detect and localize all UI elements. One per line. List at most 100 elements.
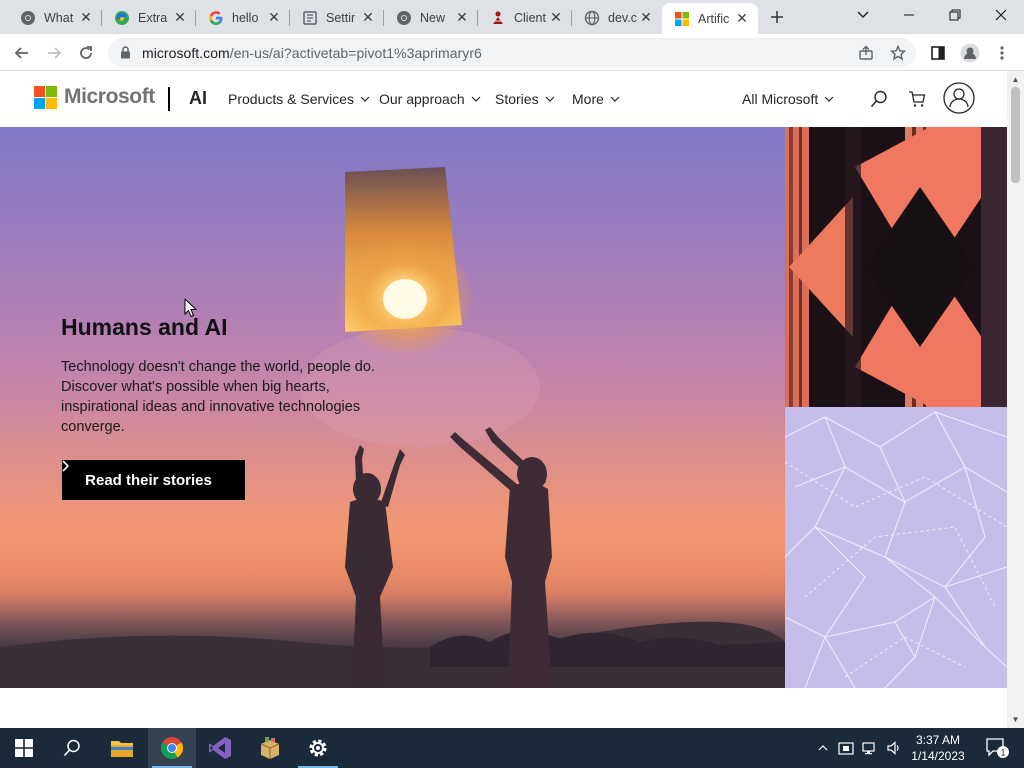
client-app-icon <box>490 10 506 26</box>
tab-title: dev.c <box>608 10 637 25</box>
nav-products-services[interactable]: Products & Services <box>228 91 370 107</box>
chromium-icon <box>396 10 412 26</box>
nav-more[interactable]: More <box>572 91 620 107</box>
nav-our-approach[interactable]: Our approach <box>379 91 481 107</box>
bookmark-button[interactable] <box>886 41 910 65</box>
close-tab-icon[interactable]: ✕ <box>360 9 376 26</box>
browser-tab-active[interactable]: Artific ✕ <box>662 3 758 34</box>
kebab-menu-icon <box>1000 46 1004 60</box>
scroll-up-icon[interactable]: ▲ <box>1011 74 1020 84</box>
reload-icon <box>80 46 92 59</box>
close-tab-icon[interactable]: ✕ <box>734 10 750 27</box>
reload-button[interactable] <box>74 41 98 65</box>
taskbar-search-button[interactable] <box>48 728 96 768</box>
geometric-art-tile <box>785 407 1007 688</box>
close-tab-icon[interactable]: ✕ <box>172 9 188 26</box>
close-tab-icon[interactable]: ✕ <box>78 9 94 26</box>
google-icon <box>208 10 224 26</box>
profile-button[interactable] <box>958 41 982 65</box>
security-tray-button[interactable] <box>836 728 856 768</box>
chromium-icon <box>20 10 36 26</box>
abstract-pattern-image <box>785 127 1007 407</box>
scrollbar-thumb[interactable] <box>1011 87 1020 183</box>
start-button[interactable] <box>0 728 48 768</box>
browser-tab[interactable]: Extra ✕ <box>102 3 196 32</box>
volume-tray-button[interactable] <box>884 728 904 768</box>
browser-toolbar: microsoft.com/en-us/ai?activetab=pivot1%… <box>0 34 1024 71</box>
hero-banner: Humans and AI Technology doesn't change … <box>0 127 785 688</box>
all-microsoft-menu[interactable]: All Microsoft <box>742 91 834 107</box>
new-tab-button[interactable] <box>766 6 788 28</box>
settings-taskbar-button[interactable] <box>294 728 342 768</box>
browser-tab[interactable]: hello ✕ <box>196 3 290 32</box>
microsoft-logo[interactable]: Microsoft <box>34 85 155 109</box>
taskbar-clock[interactable]: 3:37 AM 1/14/2023 <box>906 732 970 764</box>
edge-icon <box>114 10 130 26</box>
site-search-button[interactable] <box>867 87 891 111</box>
close-tab-icon[interactable]: ✕ <box>454 9 470 26</box>
tab-title: Client <box>514 10 546 25</box>
nav-label: All Microsoft <box>742 91 819 107</box>
minimize-button[interactable] <box>886 0 932 30</box>
package-icon <box>260 737 280 759</box>
clock-time: 3:37 AM <box>915 733 961 747</box>
search-icon <box>870 90 887 108</box>
page-scrollbar[interactable]: ▲ ▼ <box>1007 71 1024 728</box>
nav-label: More <box>572 91 604 107</box>
chevron-down-icon <box>857 11 869 18</box>
chevron-down-icon <box>471 94 481 104</box>
chevron-down-icon <box>610 94 620 104</box>
chrome-taskbar-button[interactable] <box>148 728 196 768</box>
read-stories-button[interactable]: Read their stories <box>62 460 245 500</box>
side-panel-button[interactable] <box>926 41 950 65</box>
browser-tab[interactable]: What ✕ <box>8 3 102 32</box>
cart-button[interactable] <box>905 87 929 111</box>
close-tab-icon[interactable]: ✕ <box>548 9 564 26</box>
tab-title: Settir <box>326 10 356 25</box>
abstract-art-tile <box>785 127 1007 407</box>
close-tab-icon[interactable]: ✕ <box>638 9 654 26</box>
browser-tab[interactable]: Settir ✕ <box>290 3 384 32</box>
nav-label: Products & Services <box>228 91 355 107</box>
nav-stories[interactable]: Stories <box>495 91 555 107</box>
chrome-icon <box>161 737 183 759</box>
lock-icon[interactable] <box>120 46 132 60</box>
chevron-up-icon <box>818 745 828 751</box>
tab-title: Artific <box>698 11 730 26</box>
visual-studio-button[interactable] <box>196 728 244 768</box>
close-tab-icon[interactable]: ✕ <box>266 9 282 26</box>
browser-menu-button[interactable] <box>990 41 1014 65</box>
microsoft-icon <box>674 11 690 27</box>
section-title[interactable]: AI <box>189 88 207 109</box>
url-path: /en-us/ai?activetab=pivot1%3aprimaryr6 <box>229 44 482 61</box>
close-window-button[interactable] <box>978 0 1024 30</box>
clock-date: 1/14/2023 <box>911 749 965 763</box>
profile-avatar-icon <box>960 43 980 63</box>
network-tray-button[interactable] <box>860 728 880 768</box>
search-icon <box>63 739 80 757</box>
back-button[interactable] <box>10 41 34 65</box>
side-panel-icon <box>931 46 945 60</box>
url-host: microsoft.com <box>142 44 230 61</box>
tab-search-button[interactable] <box>840 0 886 30</box>
browser-tab[interactable]: dev.c ✕ <box>572 3 662 32</box>
file-explorer-button[interactable] <box>98 728 146 768</box>
notification-center-button[interactable]: 1 <box>980 728 1014 768</box>
header-divider <box>168 87 170 111</box>
site-header: Microsoft AI Products & Services Our app… <box>0 71 1007 127</box>
tab-title: hello <box>232 10 259 25</box>
network-icon <box>862 742 875 755</box>
address-bar[interactable]: microsoft.com/en-us/ai?activetab=pivot1%… <box>108 38 916 67</box>
forward-button[interactable] <box>42 41 66 65</box>
scroll-down-icon[interactable]: ▼ <box>1011 714 1020 724</box>
geometric-lines-image <box>785 407 1007 688</box>
share-button[interactable] <box>854 41 878 65</box>
cta-label: Read their stories <box>85 471 212 489</box>
sign-in-button[interactable] <box>942 81 976 115</box>
show-hidden-icons-button[interactable] <box>814 728 832 768</box>
browser-tab[interactable]: Client ✕ <box>478 3 572 32</box>
restore-button[interactable] <box>932 0 978 30</box>
app-package-button[interactable] <box>246 728 294 768</box>
mouse-cursor-icon <box>184 297 198 323</box>
browser-tab[interactable]: New ✕ <box>384 3 478 32</box>
